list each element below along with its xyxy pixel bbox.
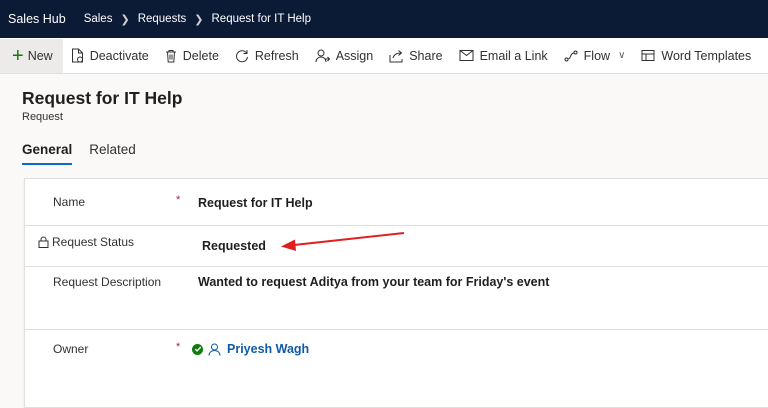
deactivate-label: Deactivate xyxy=(89,48,149,63)
field-row-description: Request Description Wanted to request Ad… xyxy=(25,267,768,330)
owner-name-link[interactable]: Priyesh Wagh xyxy=(227,342,309,356)
delete-button[interactable]: Delete xyxy=(157,38,227,73)
command-bar: + New Deactivate Delete Refresh Assign S… xyxy=(0,38,768,74)
new-label: New xyxy=(27,48,53,63)
flow-button[interactable]: Flow ∨ xyxy=(556,38,634,73)
name-label: Name xyxy=(53,195,86,209)
check-circle-icon xyxy=(192,343,203,355)
owner-field[interactable]: Priyesh Wagh xyxy=(192,342,309,356)
email-link-button[interactable]: Email a Link xyxy=(451,38,556,73)
email-link-label: Email a Link xyxy=(479,48,548,63)
refresh-label: Refresh xyxy=(254,48,299,63)
breadcrumb-requests[interactable]: Requests xyxy=(138,13,187,25)
tab-related[interactable]: Related xyxy=(89,142,136,165)
name-field[interactable]: Request for IT Help xyxy=(198,196,313,210)
plus-icon: + xyxy=(12,44,24,67)
refresh-icon xyxy=(235,49,249,63)
assign-label: Assign xyxy=(335,48,374,63)
request-status-label: Request Status xyxy=(38,235,134,249)
chevron-right-icon: ❯ xyxy=(194,13,204,26)
record-header: Request for IT Help Request xyxy=(22,88,182,123)
field-row-owner: Owner * Priyesh Wagh xyxy=(25,330,768,371)
field-row-status: Request Status Requested xyxy=(25,226,768,267)
request-description-field[interactable]: Wanted to request Aditya from your team … xyxy=(198,275,549,289)
assign-person-icon xyxy=(315,49,330,63)
entity-name: Request xyxy=(22,111,63,123)
deactivate-button[interactable]: Deactivate xyxy=(63,38,157,73)
form-tabs: General Related xyxy=(22,142,153,165)
word-templates-button[interactable]: Word Templates xyxy=(633,38,759,73)
delete-label: Delete xyxy=(182,48,219,63)
flow-label: Flow xyxy=(583,48,611,63)
field-row-name: Name * Request for IT Help xyxy=(25,179,768,226)
request-description-label: Request Description xyxy=(53,275,162,289)
word-template-icon xyxy=(641,49,655,62)
tab-general[interactable]: General xyxy=(22,142,73,165)
app-name[interactable]: Sales Hub xyxy=(0,12,66,26)
refresh-button[interactable]: Refresh xyxy=(227,38,307,73)
share-label: Share xyxy=(409,48,443,63)
person-icon xyxy=(208,343,221,356)
request-status-value: Requested xyxy=(202,239,266,253)
document-icon xyxy=(71,48,84,63)
new-button[interactable]: + New xyxy=(0,38,63,73)
share-icon xyxy=(389,49,403,63)
breadcrumb-sales[interactable]: Sales xyxy=(84,13,113,25)
share-button[interactable]: Share xyxy=(381,38,450,73)
lock-icon xyxy=(38,236,49,248)
form-section: Name * Request for IT Help Request Statu… xyxy=(24,178,768,408)
chevron-right-icon: ❯ xyxy=(120,13,130,26)
assign-button[interactable]: Assign xyxy=(307,38,382,73)
required-indicator: * xyxy=(176,194,181,206)
required-indicator: * xyxy=(176,341,181,353)
trash-icon xyxy=(165,49,177,63)
flow-icon xyxy=(564,50,578,62)
record-title: Request for IT Help xyxy=(22,88,183,108)
owner-label: Owner xyxy=(53,342,89,356)
chevron-down-icon: ∨ xyxy=(618,50,626,61)
word-templates-label: Word Templates xyxy=(661,48,752,63)
request-status-label-text: Request Status xyxy=(52,235,135,249)
top-nav-bar: Sales Hub Sales ❯ Requests ❯ Request for… xyxy=(0,0,768,38)
breadcrumb-current: Request for IT Help xyxy=(211,13,312,25)
email-link-icon xyxy=(459,49,474,62)
